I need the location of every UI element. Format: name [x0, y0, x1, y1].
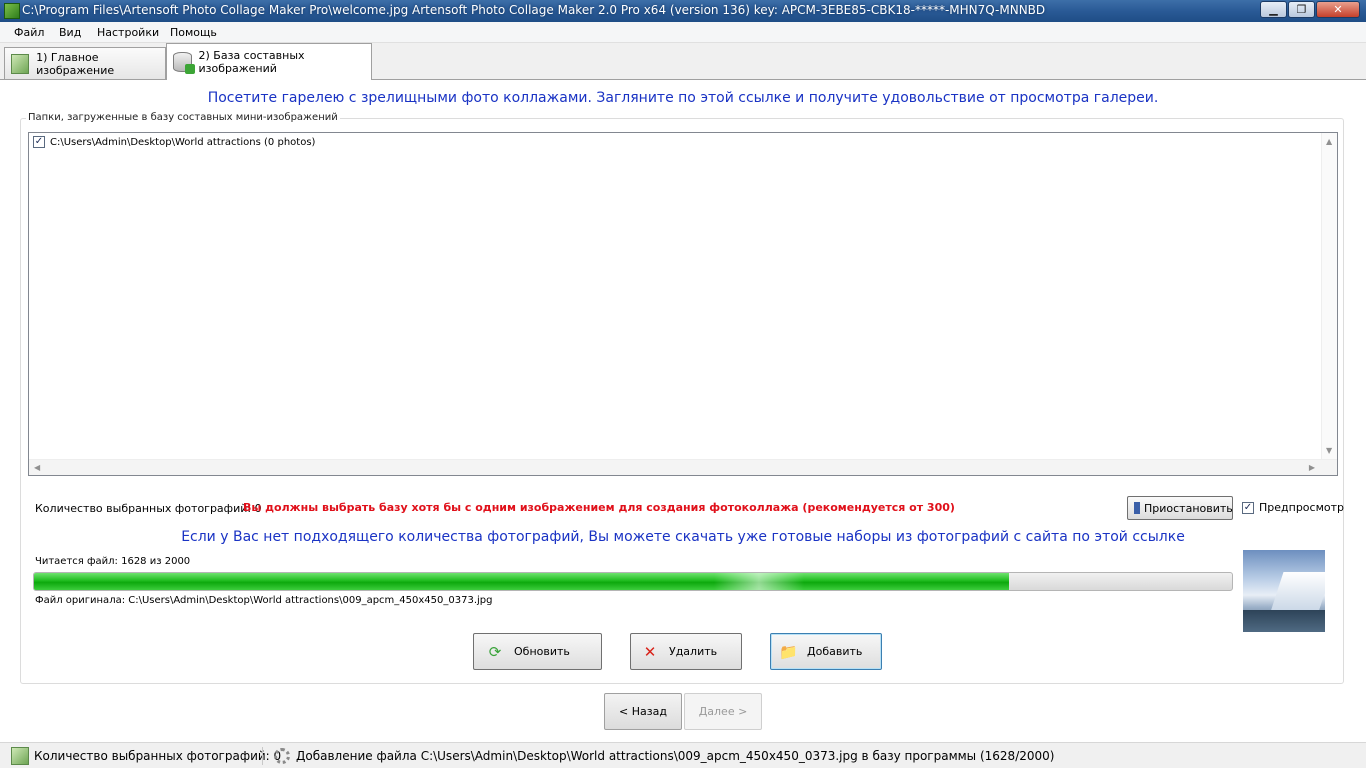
- preview-label: Предпросмотр: [1259, 501, 1344, 514]
- delete-button[interactable]: ✕ Удалить: [630, 633, 742, 670]
- folders-groupbox-title: Папки, загруженные в базу составных мини…: [26, 112, 340, 123]
- image-icon: [11, 53, 30, 74]
- reading-file-label: Читается файл: 1628 из 2000: [35, 556, 191, 567]
- scroll-left-icon[interactable]: ◀: [34, 463, 40, 472]
- tab-strip: 1) Главное изображение 2) База составных…: [0, 43, 1366, 80]
- add-button-label: Добавить: [807, 645, 863, 658]
- scroll-down-icon[interactable]: ▼: [1326, 446, 1332, 455]
- folders-list[interactable]: ✓ C:\Users\Admin\Desktop\World attractio…: [28, 132, 1338, 476]
- vertical-scrollbar[interactable]: ▲ ▼: [1321, 133, 1337, 459]
- selected-count-label: Количество выбранных фотографий: 0: [35, 502, 262, 515]
- status-separator: [262, 747, 263, 765]
- menu-view[interactable]: Вид: [59, 26, 81, 39]
- database-add-icon: [173, 52, 194, 74]
- tab-tile-database-label: 2) База составных изображений: [198, 49, 305, 75]
- preview-checkbox[interactable]: ✓: [1242, 501, 1254, 514]
- status-message: Добавление файла C:\Users\Admin\Desktop\…: [296, 749, 1055, 763]
- folder-path: C:\Users\Admin\Desktop\World attractions…: [50, 136, 316, 148]
- warning-text: Вы должны выбрать базу хотя бы с одним и…: [243, 501, 955, 514]
- pause-button-label: Приостановить: [1144, 501, 1233, 515]
- back-button[interactable]: < Назад: [604, 693, 682, 730]
- tab-tile-database[interactable]: 2) База составных изображений: [166, 43, 372, 80]
- progress-shine: [714, 573, 804, 590]
- minimize-button[interactable]: ▁: [1260, 1, 1287, 18]
- window-controls: ▁ ❐ ✕: [1259, 1, 1360, 18]
- main-panel: Посетите гарелею с зрелищными фото колла…: [0, 79, 1366, 742]
- folder-checkbox[interactable]: ✓: [33, 136, 45, 148]
- pause-icon: [1134, 502, 1140, 514]
- refresh-button[interactable]: ⟳ Обновить: [473, 633, 602, 670]
- window-title: C:\Program Files\Artensoft Photo Collage…: [22, 3, 1046, 17]
- menu-file[interactable]: Файл: [14, 26, 44, 39]
- delete-button-label: Удалить: [669, 645, 718, 658]
- loading-progress-bar: [33, 572, 1233, 591]
- menu-help[interactable]: Помощь: [170, 26, 217, 39]
- progress-fill: [34, 573, 1010, 590]
- preview-toggle[interactable]: ✓ Предпросмотр: [1242, 501, 1344, 514]
- download-link[interactable]: Если у Вас нет подходящего количества фо…: [0, 529, 1366, 545]
- app-icon: [4, 3, 20, 19]
- menu-bar: Файл Вид Настройки Помощь: [0, 22, 1366, 43]
- image-icon: [11, 747, 29, 765]
- thumbnail-rocks: [1243, 610, 1325, 632]
- status-bar: Количество выбранных фотографий: 0 Добав…: [0, 742, 1366, 768]
- list-item[interactable]: ✓ C:\Users\Admin\Desktop\World attractio…: [33, 136, 315, 148]
- preview-thumbnail: [1243, 550, 1325, 632]
- loading-spinner-icon: [274, 748, 290, 764]
- next-button[interactable]: Далее >: [684, 693, 762, 730]
- pause-button[interactable]: Приостановить: [1127, 496, 1233, 520]
- scroll-right-icon[interactable]: ▶: [1309, 463, 1315, 472]
- tab-main-image[interactable]: 1) Главное изображение: [4, 47, 166, 79]
- add-button[interactable]: 📁 Добавить: [770, 633, 882, 670]
- menu-settings[interactable]: Настройки: [97, 26, 159, 39]
- horizontal-scrollbar[interactable]: ◀ ▶: [29, 459, 1337, 475]
- title-bar: C:\Program Files\Artensoft Photo Collage…: [0, 0, 1366, 22]
- thumbnail-waterfall: [1270, 572, 1325, 612]
- maximize-button[interactable]: ❐: [1288, 1, 1315, 18]
- add-folder-icon: 📁: [779, 642, 798, 661]
- tab-main-image-label: 1) Главное изображение: [36, 50, 115, 77]
- status-count: Количество выбранных фотографий: 0: [34, 749, 282, 763]
- original-file-label: Файл оригинала: C:\Users\Admin\Desktop\W…: [35, 595, 493, 606]
- delete-icon: ✕: [643, 642, 657, 661]
- refresh-icon: ⟳: [488, 642, 502, 661]
- gallery-link[interactable]: Посетите гарелею с зрелищными фото колла…: [0, 90, 1366, 106]
- scroll-up-icon[interactable]: ▲: [1326, 137, 1332, 146]
- refresh-button-label: Обновить: [514, 645, 570, 658]
- close-button[interactable]: ✕: [1316, 1, 1360, 18]
